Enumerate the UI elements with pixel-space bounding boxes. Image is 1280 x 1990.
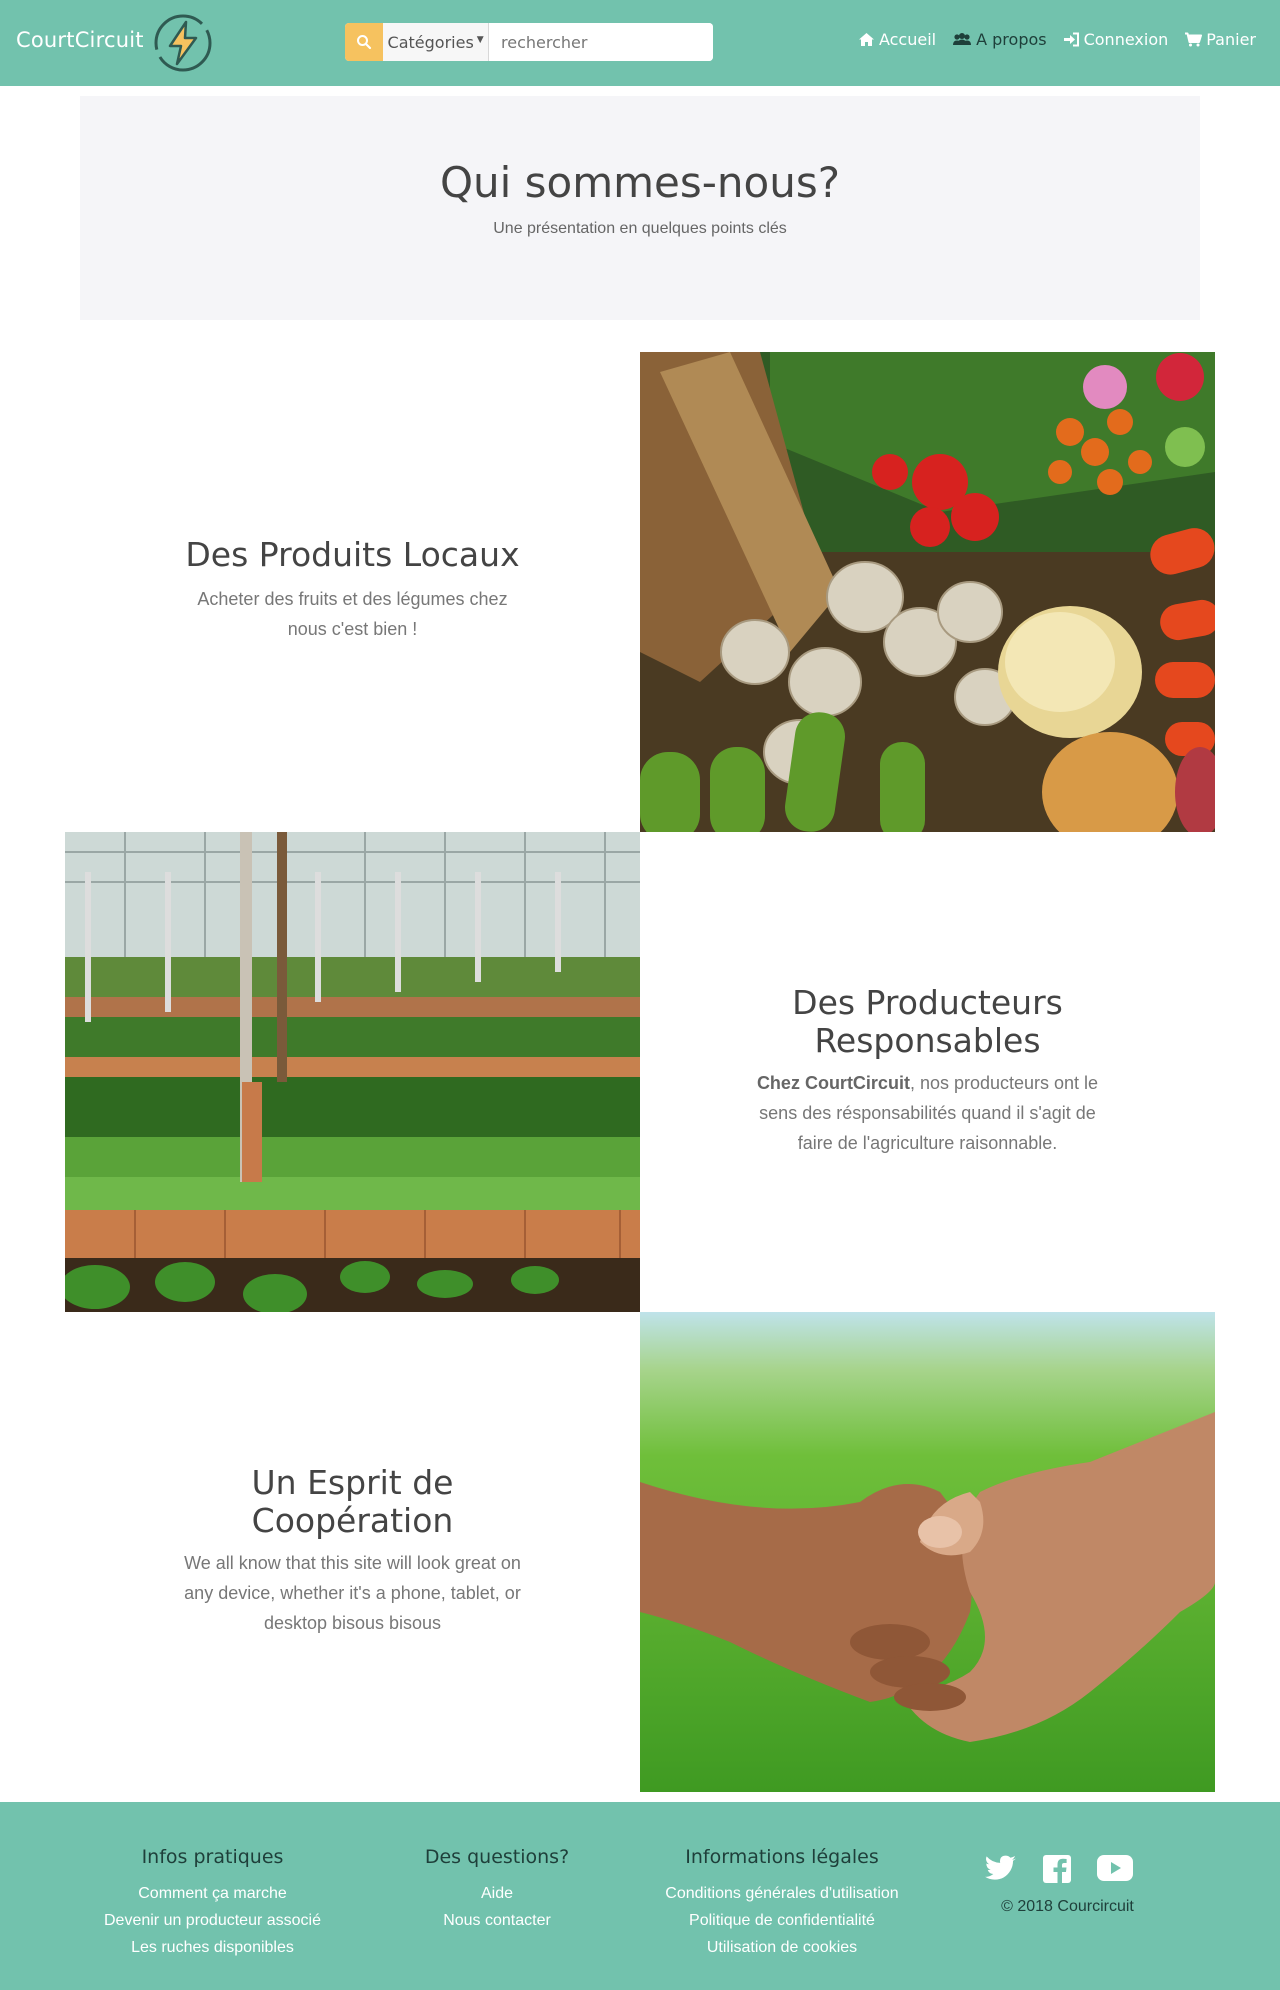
facebook-icon[interactable] [1043,1855,1071,1883]
jumbotron [80,96,1200,320]
feature-text-producteurs: Chez CourtCircuit, nos producteurs ont l… [745,1068,1110,1158]
users-icon [953,33,972,45]
footer-link-nous-contacter[interactable]: Nous contacter [407,1907,587,1934]
footer-link-devenir-producteur[interactable]: Devenir un producteur associé [90,1907,335,1934]
feature-title-producteurs-line1: Des Producteurs [792,983,1063,1022]
footer-column-questions: Des questions? Aide Nous contacter [407,1846,587,1934]
search-button[interactable] [345,23,384,61]
handshake-image [640,1312,1215,1792]
social-links [985,1855,1133,1883]
feature-text-producteurs-bold: Chez CourtCircuit [756,1073,910,1093]
sign-in-icon [1063,32,1079,47]
search-icon [357,35,372,50]
footer-link-ruches-disponibles[interactable]: Les ruches disponibles [90,1934,335,1961]
nav-link-panier[interactable]: Panier [1184,30,1256,49]
nav-link-a-propos[interactable]: A propos [952,30,1047,49]
twitter-icon[interactable] [985,1855,1017,1883]
categories-label: Catégories [387,32,474,52]
footer-heading: Informations légales [685,1846,879,1868]
page-title: Qui sommes-nous? [439,158,841,207]
feature-title-producteurs-line2: Responsables [814,1021,1041,1060]
nav-link-label: Connexion [1083,30,1169,49]
feature-title-cooperation-line2: Coopération [251,1501,454,1540]
footer-heading: Infos pratiques [141,1846,284,1868]
search-bar: Catégories ▼ [345,23,713,61]
footer-link-aide[interactable]: Aide [407,1880,587,1907]
nav-link-accueil[interactable]: Accueil [858,30,936,49]
nav-link-label: Panier [1206,30,1256,49]
copyright: © 2018 Courcircuit [1001,1898,1134,1915]
categories-dropdown[interactable]: Catégories ▼ [383,23,489,61]
nav-link-connexion[interactable]: Connexion [1063,30,1169,49]
nav-link-label: A propos [976,30,1047,49]
footer-column-infos-pratiques: Infos pratiques Comment ça marche Deveni… [90,1846,335,1961]
vegetables-image [640,352,1215,832]
lightning-logo-icon[interactable] [152,12,214,74]
footer-link-cookies[interactable]: Utilisation de cookies [642,1934,922,1961]
greenhouse-image [65,832,640,1312]
nav-links: Accueil A propos Connexion Panier [858,30,1256,49]
footer-heading: Des questions? [424,1846,570,1868]
youtube-icon[interactable] [1097,1855,1133,1881]
feature-title-cooperation-line1: Un Esprit de [251,1463,454,1502]
cart-icon [1185,32,1203,47]
footer-column-informations-legales: Informations légales Conditions générale… [642,1846,922,1961]
feature-text-cooperation: We all know that this site will look gre… [184,1553,521,1633]
caret-down-icon: ▼ [476,35,484,45]
nav-link-label: Accueil [878,30,937,49]
page-subtitle: Une présentation en quelques points clés [493,220,787,237]
footer-link-cgu[interactable]: Conditions générales d'utilisation [642,1880,922,1907]
footer-link-comment-ca-marche[interactable]: Comment ça marche [90,1880,335,1907]
home-icon [858,33,874,46]
feature-title-produits-locaux: Des Produits Locaux [185,535,520,574]
search-input[interactable] [489,23,713,61]
feature-text-produits-locaux: Acheter des fruits et des légumes chez n… [197,589,508,639]
footer-link-confidentialite[interactable]: Politique de confidentialité [642,1907,922,1934]
brand-name[interactable]: CourtCircuit [16,28,144,52]
